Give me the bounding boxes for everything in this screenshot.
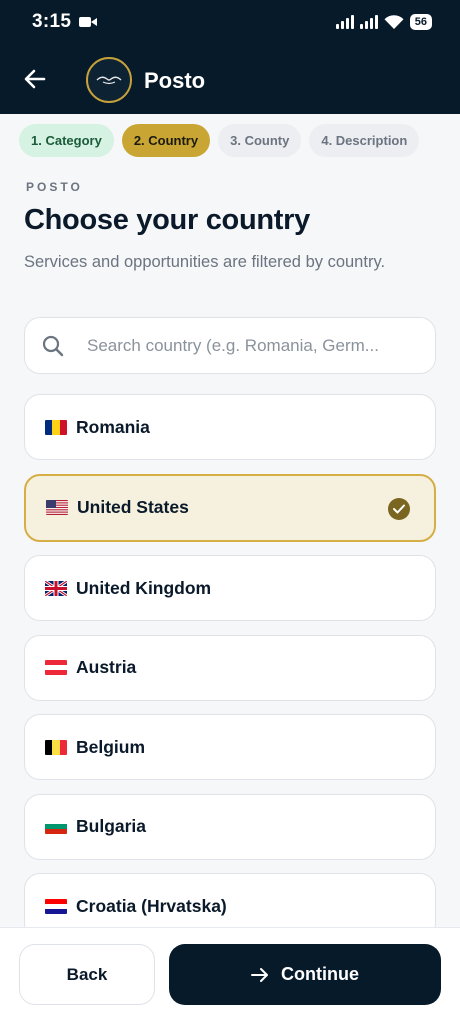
section-eyebrow: POSTO (26, 180, 83, 194)
battery-icon: 56 (409, 14, 432, 30)
flag-icon (45, 739, 67, 755)
video-camera-icon (79, 17, 98, 27)
step-description[interactable]: 4. Description (309, 124, 420, 157)
country-list: Romania United States United Kingdom Austri… (24, 394, 436, 927)
top-bar: 3:15 56 Posto (0, 0, 460, 114)
handshake-icon (96, 76, 122, 85)
footer-actions: Back Continue (0, 927, 460, 1024)
search-icon (42, 335, 64, 356)
status-time: 3:15 (32, 11, 72, 32)
flag-icon (46, 500, 68, 515)
country-option[interactable]: Romania (24, 394, 436, 460)
country-name: United Kingdom (76, 577, 212, 598)
status-bar: 3:15 56 (32, 10, 432, 34)
country-name: United States (77, 497, 189, 517)
flag-icon (45, 898, 67, 914)
country-option[interactable]: Belgium (24, 714, 436, 780)
country-option[interactable]: Austria (24, 634, 436, 701)
signal-icon-2 (359, 15, 378, 29)
page-title: Choose your country (24, 204, 310, 236)
page-subtitle: Services and opportunities are filtered … (24, 253, 386, 271)
app-title: Posto (144, 68, 206, 93)
country-option[interactable]: Croatia (Hrvatska) (24, 873, 436, 927)
flag-icon (45, 819, 67, 834)
status-icons: 56 (335, 14, 432, 30)
app-header: Posto (0, 56, 460, 106)
back-arrow-icon[interactable] (22, 66, 48, 92)
country-option[interactable]: Bulgaria (24, 793, 436, 860)
app-logo (86, 57, 132, 103)
continue-button[interactable]: Continue (169, 944, 441, 1005)
back-button[interactable]: Back (19, 944, 155, 1005)
step-county[interactable]: 3. County (218, 124, 302, 157)
country-name: Austria (76, 657, 137, 677)
step-progress: 1. Category 2. Country 3. County 4. Desc… (19, 124, 460, 157)
country-name: Bulgaria (76, 816, 147, 836)
check-icon (388, 497, 410, 520)
search-input[interactable] (87, 335, 417, 356)
signal-icon (335, 15, 354, 29)
country-name: Croatia (Hrvatska) (76, 895, 227, 916)
flag-icon (45, 419, 67, 435)
country-option[interactable]: United Kingdom (24, 555, 436, 621)
search-box[interactable] (24, 317, 436, 374)
step-country[interactable]: 2. Country (121, 124, 211, 157)
country-option[interactable]: United States (24, 473, 436, 542)
country-name: Romania (76, 416, 150, 437)
flag-icon (45, 660, 67, 675)
flag-icon (45, 580, 67, 596)
step-category[interactable]: 1. Category (19, 124, 114, 157)
wifi-icon (384, 14, 404, 29)
arrow-right-icon (251, 967, 268, 982)
country-name: Belgium (76, 736, 146, 757)
status-time-group: 3:15 (32, 11, 98, 33)
continue-label: Continue (281, 964, 359, 984)
